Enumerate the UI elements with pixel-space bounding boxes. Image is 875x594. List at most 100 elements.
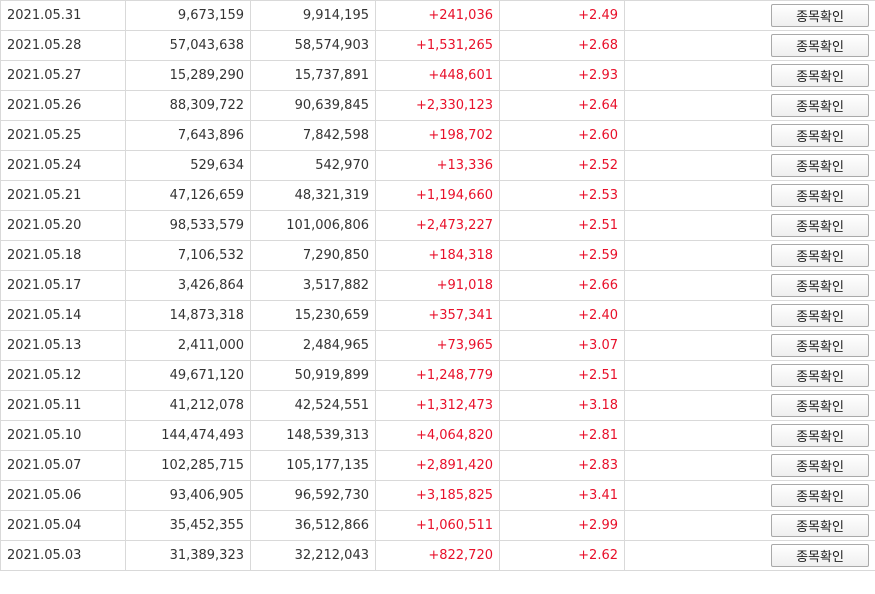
check-stock-button[interactable]: 종목확인: [771, 184, 869, 207]
action-cell: 종목확인: [624, 270, 875, 301]
change-cell: +448,601: [375, 60, 500, 91]
check-stock-button[interactable]: 종목확인: [771, 64, 869, 87]
check-stock-button[interactable]: 종목확인: [771, 124, 869, 147]
value-before-cell: 98,533,579: [125, 210, 251, 241]
value-before-cell: 35,452,355: [125, 510, 251, 541]
action-cell: 종목확인: [624, 180, 875, 211]
table-row: 2021.05.24 529,634 542,970 +13,336 +2.52 종목확인: [0, 150, 875, 181]
table-row: 2021.05.27 15,289,290 15,737,891 +448,601 +2…: [0, 60, 875, 91]
date-cell: 2021.05.03: [0, 540, 126, 571]
action-cell: 종목확인: [624, 420, 875, 451]
date-cell: 2021.05.13: [0, 330, 126, 361]
check-stock-button[interactable]: 종목확인: [771, 424, 869, 447]
change-cell: +822,720: [375, 540, 500, 571]
change-cell: +184,318: [375, 240, 500, 271]
change-rate-cell: +3.18: [499, 390, 625, 421]
check-stock-button[interactable]: 종목확인: [771, 214, 869, 237]
value-before-cell: 88,309,722: [125, 90, 251, 121]
table-row: 2021.05.12 49,671,120 50,919,899 +1,248,779…: [0, 360, 875, 391]
table-row: 2021.05.31 9,673,159 9,914,195 +241,036 +2.4…: [0, 0, 875, 31]
date-cell: 2021.05.18: [0, 240, 126, 271]
value-after-cell: 15,737,891: [250, 60, 376, 91]
value-before-cell: 3,426,864: [125, 270, 251, 301]
action-cell: 종목확인: [624, 540, 875, 571]
check-stock-button[interactable]: 종목확인: [771, 244, 869, 267]
change-rate-cell: +3.41: [499, 480, 625, 511]
date-cell: 2021.05.28: [0, 30, 126, 61]
value-after-cell: 32,212,043: [250, 540, 376, 571]
check-stock-button[interactable]: 종목확인: [771, 394, 869, 417]
value-before-cell: 93,406,905: [125, 480, 251, 511]
check-stock-button[interactable]: 종목확인: [771, 364, 869, 387]
value-after-cell: 96,592,730: [250, 480, 376, 511]
change-cell: +241,036: [375, 0, 500, 31]
date-cell: 2021.05.21: [0, 180, 126, 211]
action-cell: 종목확인: [624, 240, 875, 271]
value-after-cell: 90,639,845: [250, 90, 376, 121]
check-stock-button[interactable]: 종목확인: [771, 514, 869, 537]
check-stock-button[interactable]: 종목확인: [771, 544, 869, 567]
value-after-cell: 9,914,195: [250, 0, 376, 31]
table-row: 2021.05.28 57,043,638 58,574,903 +1,531,265…: [0, 30, 875, 61]
change-cell: +1,194,660: [375, 180, 500, 211]
change-rate-cell: +2.64: [499, 90, 625, 121]
change-cell: +1,060,511: [375, 510, 500, 541]
action-cell: 종목확인: [624, 60, 875, 91]
change-rate-cell: +2.59: [499, 240, 625, 271]
action-cell: 종목확인: [624, 210, 875, 241]
check-stock-button[interactable]: 종목확인: [771, 34, 869, 57]
value-after-cell: 15,230,659: [250, 300, 376, 331]
action-cell: 종목확인: [624, 510, 875, 541]
check-stock-button[interactable]: 종목확인: [771, 334, 869, 357]
check-stock-button[interactable]: 종목확인: [771, 154, 869, 177]
table-row: 2021.05.20 98,533,579 101,006,806 +2,473,22…: [0, 210, 875, 241]
change-cell: +73,965: [375, 330, 500, 361]
date-cell: 2021.05.17: [0, 270, 126, 301]
check-stock-button[interactable]: 종목확인: [771, 4, 869, 27]
change-rate-cell: +2.68: [499, 30, 625, 61]
value-after-cell: 36,512,866: [250, 510, 376, 541]
value-before-cell: 41,212,078: [125, 390, 251, 421]
change-cell: +357,341: [375, 300, 500, 331]
date-cell: 2021.05.25: [0, 120, 126, 151]
table-row: 2021.05.18 7,106,532 7,290,850 +184,318 +2.5…: [0, 240, 875, 271]
value-before-cell: 15,289,290: [125, 60, 251, 91]
check-stock-button[interactable]: 종목확인: [771, 94, 869, 117]
check-stock-button[interactable]: 종목확인: [771, 304, 869, 327]
check-stock-button[interactable]: 종목확인: [771, 454, 869, 477]
change-rate-cell: +2.52: [499, 150, 625, 181]
value-after-cell: 2,484,965: [250, 330, 376, 361]
table-row: 2021.05.17 3,426,864 3,517,882 +91,018 +2.66…: [0, 270, 875, 301]
table-row: 2021.05.11 41,212,078 42,524,551 +1,312,473…: [0, 390, 875, 421]
action-cell: 종목확인: [624, 120, 875, 151]
change-rate-cell: +2.93: [499, 60, 625, 91]
change-cell: +2,473,227: [375, 210, 500, 241]
date-cell: 2021.05.06: [0, 480, 126, 511]
value-before-cell: 47,126,659: [125, 180, 251, 211]
value-before-cell: 7,106,532: [125, 240, 251, 271]
change-rate-cell: +2.83: [499, 450, 625, 481]
action-cell: 종목확인: [624, 450, 875, 481]
date-cell: 2021.05.27: [0, 60, 126, 91]
change-rate-cell: +2.81: [499, 420, 625, 451]
date-cell: 2021.05.10: [0, 420, 126, 451]
table-row: 2021.05.13 2,411,000 2,484,965 +73,965 +3.07…: [0, 330, 875, 361]
date-cell: 2021.05.14: [0, 300, 126, 331]
change-rate-cell: +2.62: [499, 540, 625, 571]
value-after-cell: 50,919,899: [250, 360, 376, 391]
check-stock-button[interactable]: 종목확인: [771, 274, 869, 297]
date-cell: 2021.05.31: [0, 0, 126, 31]
date-cell: 2021.05.26: [0, 90, 126, 121]
action-cell: 종목확인: [624, 30, 875, 61]
value-after-cell: 3,517,882: [250, 270, 376, 301]
value-after-cell: 48,321,319: [250, 180, 376, 211]
date-cell: 2021.05.04: [0, 510, 126, 541]
action-cell: 종목확인: [624, 90, 875, 121]
change-cell: +2,330,123: [375, 90, 500, 121]
value-before-cell: 529,634: [125, 150, 251, 181]
table-row: 2021.05.03 31,389,323 32,212,043 +822,720 +2…: [0, 540, 875, 571]
change-rate-cell: +3.07: [499, 330, 625, 361]
check-stock-button[interactable]: 종목확인: [771, 484, 869, 507]
date-cell: 2021.05.24: [0, 150, 126, 181]
value-after-cell: 105,177,135: [250, 450, 376, 481]
